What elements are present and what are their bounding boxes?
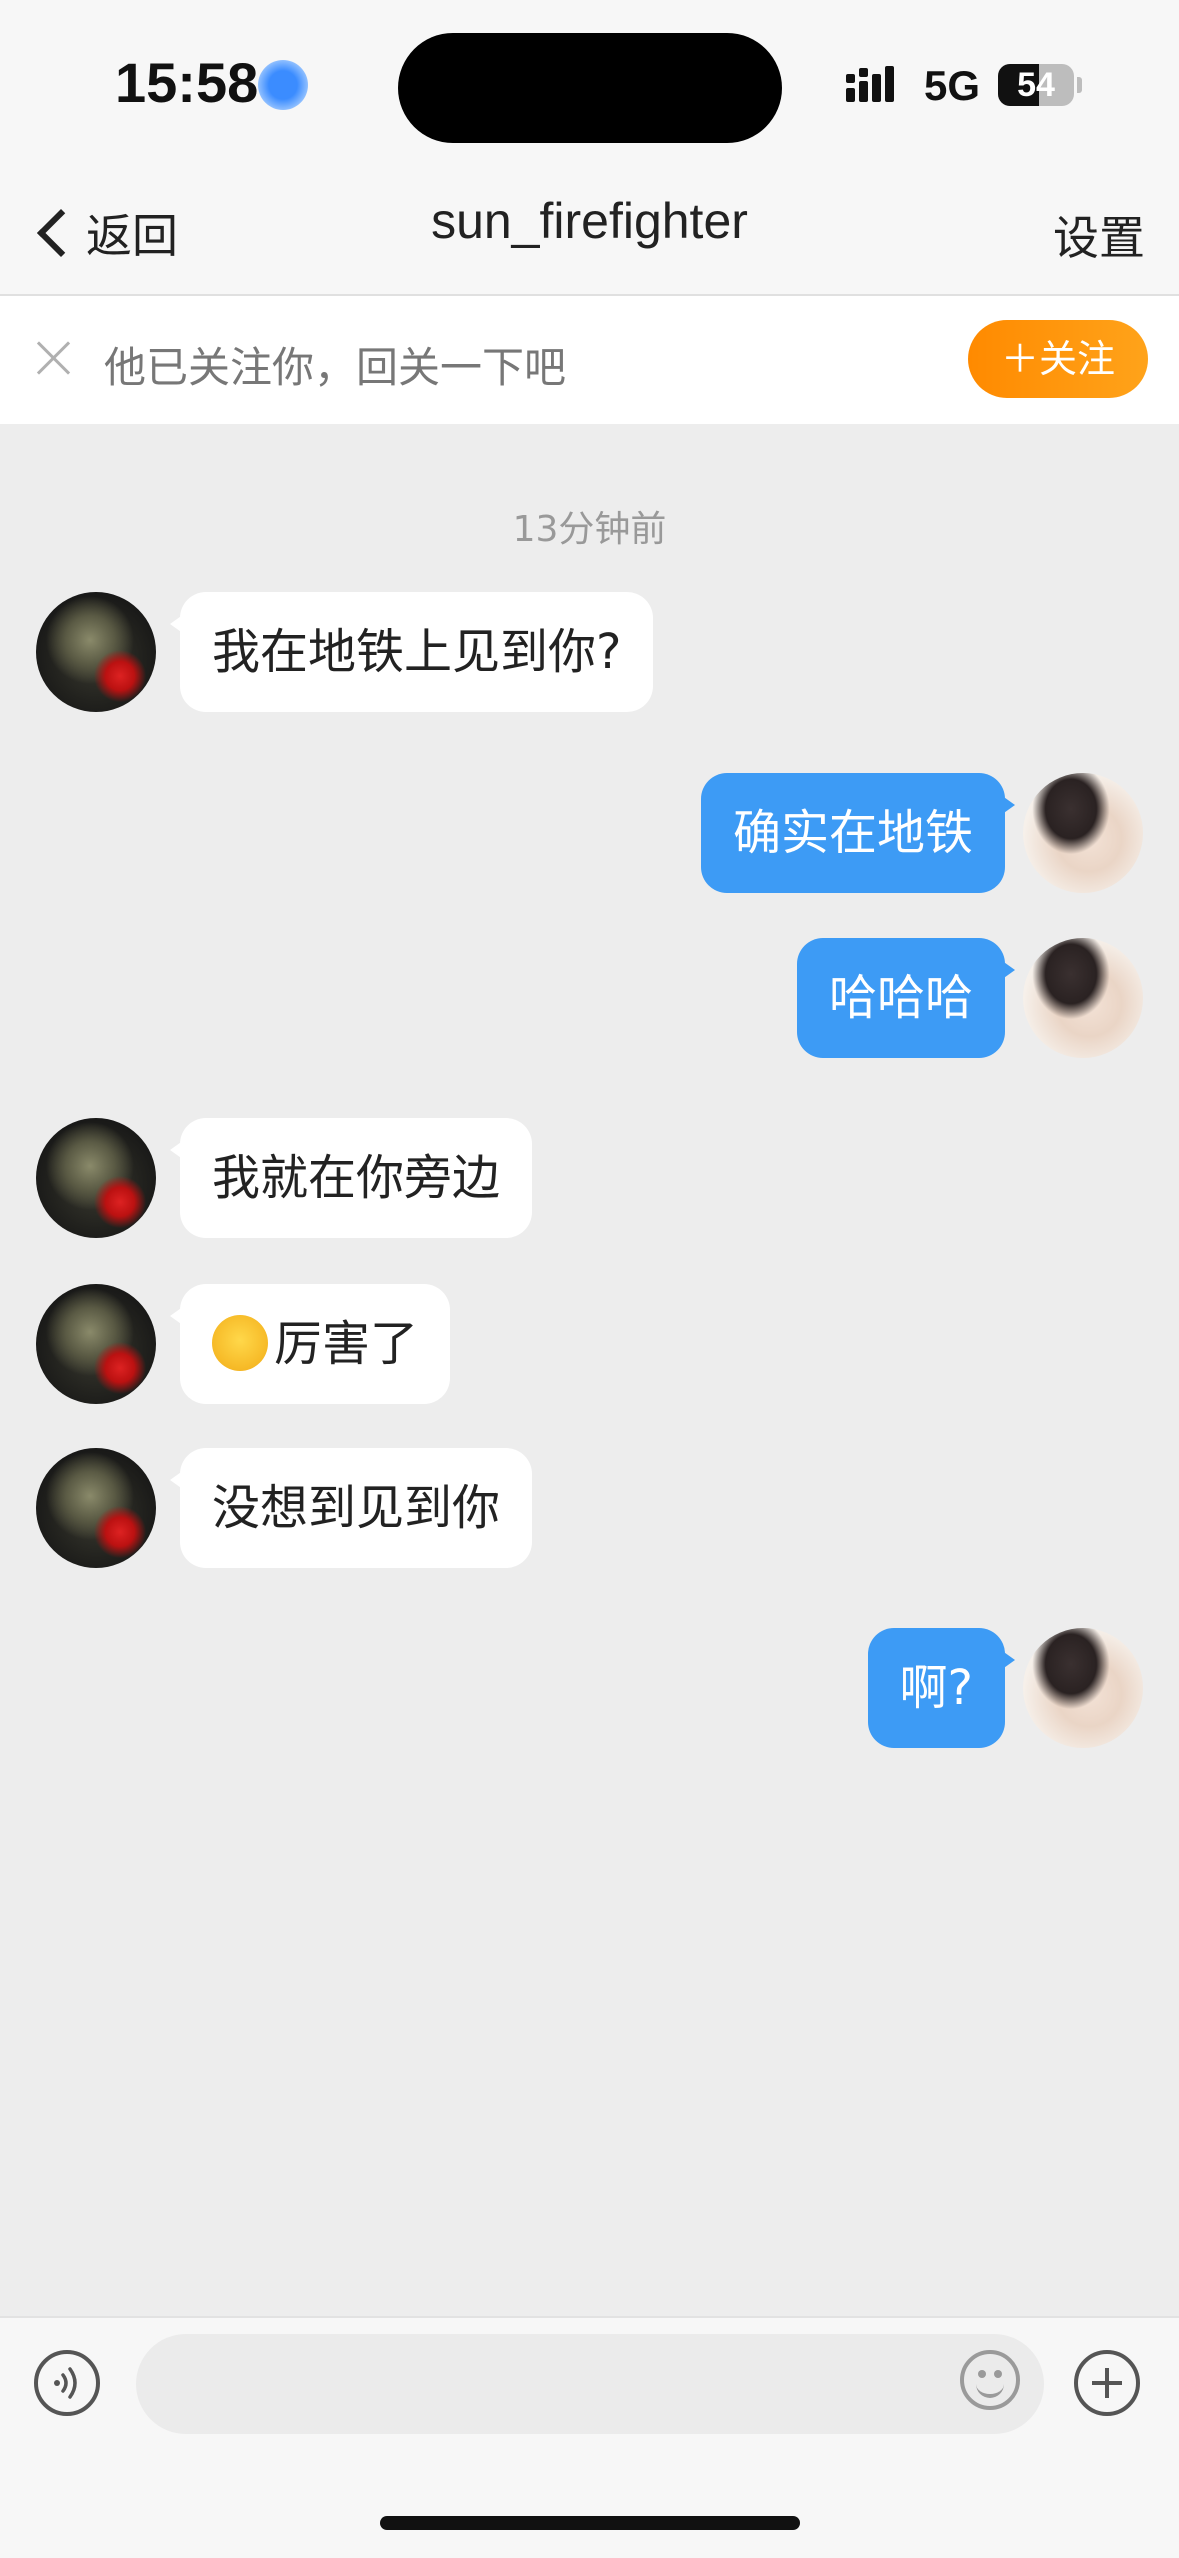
chat-timestamp: 13分钟前 xyxy=(512,509,667,550)
message-text: 厉害了 xyxy=(274,1316,419,1372)
message-bubble-sent[interactable]: 啊? xyxy=(867,1628,1016,1748)
my-avatar[interactable] xyxy=(1023,938,1143,1058)
follow-button[interactable]: ＋关注 xyxy=(968,320,1148,398)
emoji-mouth xyxy=(976,2378,1004,2398)
battery-icon: 54 xyxy=(998,64,1074,106)
location-icon xyxy=(258,60,308,110)
contact-avatar[interactable] xyxy=(36,1448,156,1568)
status-time: 15:58 xyxy=(115,51,259,114)
follow-banner: 他已关注你，回关一下吧 ＋关注 xyxy=(0,296,1179,424)
message-text: 没想到见到你 xyxy=(212,1480,501,1536)
voice-input-button[interactable] xyxy=(34,2350,100,2416)
plus-icon[interactable] xyxy=(1074,2350,1140,2416)
settings-button[interactable]: 设置 xyxy=(1053,202,1145,268)
back-label: 返回 xyxy=(86,209,178,263)
message-bubble-received[interactable]: 我就在你旁边 xyxy=(169,1118,533,1238)
voice-icon xyxy=(54,2367,77,2399)
back-button[interactable]: 返回 xyxy=(30,198,178,268)
message-bubble-sent[interactable]: 哈哈哈 xyxy=(796,938,1016,1058)
nav-bar: 返回 sun_firefighter 设置 xyxy=(0,170,1179,296)
close-icon[interactable] xyxy=(36,340,72,376)
emoji-icon[interactable] xyxy=(960,2350,1020,2410)
home-indicator xyxy=(380,2516,800,2530)
status-bar: 15:58 5G 54 xyxy=(0,0,1179,170)
my-avatar[interactable] xyxy=(1023,1628,1143,1748)
message-text: 我就在你旁边 xyxy=(212,1150,501,1206)
message-text: 哈哈哈 xyxy=(828,970,973,1026)
message-bubble-received[interactable]: 没想到见到你 xyxy=(169,1448,533,1568)
signal-icon xyxy=(846,66,894,102)
contact-avatar[interactable] xyxy=(36,1284,156,1404)
network-label: 5G xyxy=(924,62,981,109)
battery-level: 54 xyxy=(1017,66,1055,104)
message-bubble-received[interactable]: 我在地铁上见到你? xyxy=(169,592,654,712)
message-input[interactable] xyxy=(136,2334,1044,2434)
battery-cap xyxy=(1077,77,1082,93)
message-text: 确实在地铁 xyxy=(732,805,973,861)
contact-avatar[interactable] xyxy=(36,592,156,712)
contact-avatar[interactable] xyxy=(36,1118,156,1238)
message-text: 啊? xyxy=(899,1660,973,1716)
message-bubble-sent[interactable]: 确实在地铁 xyxy=(700,773,1016,893)
dynamic-island xyxy=(398,33,782,143)
message-bubble-received[interactable]: 厉害了 xyxy=(169,1284,451,1404)
chevron-left-icon xyxy=(36,208,86,258)
follow-prompt-text: 他已关注你，回关一下吧 xyxy=(104,343,567,392)
cry-laugh-icon xyxy=(212,1315,268,1371)
message-text: 我在地铁上见到你? xyxy=(212,624,622,680)
my-avatar[interactable] xyxy=(1023,773,1143,893)
